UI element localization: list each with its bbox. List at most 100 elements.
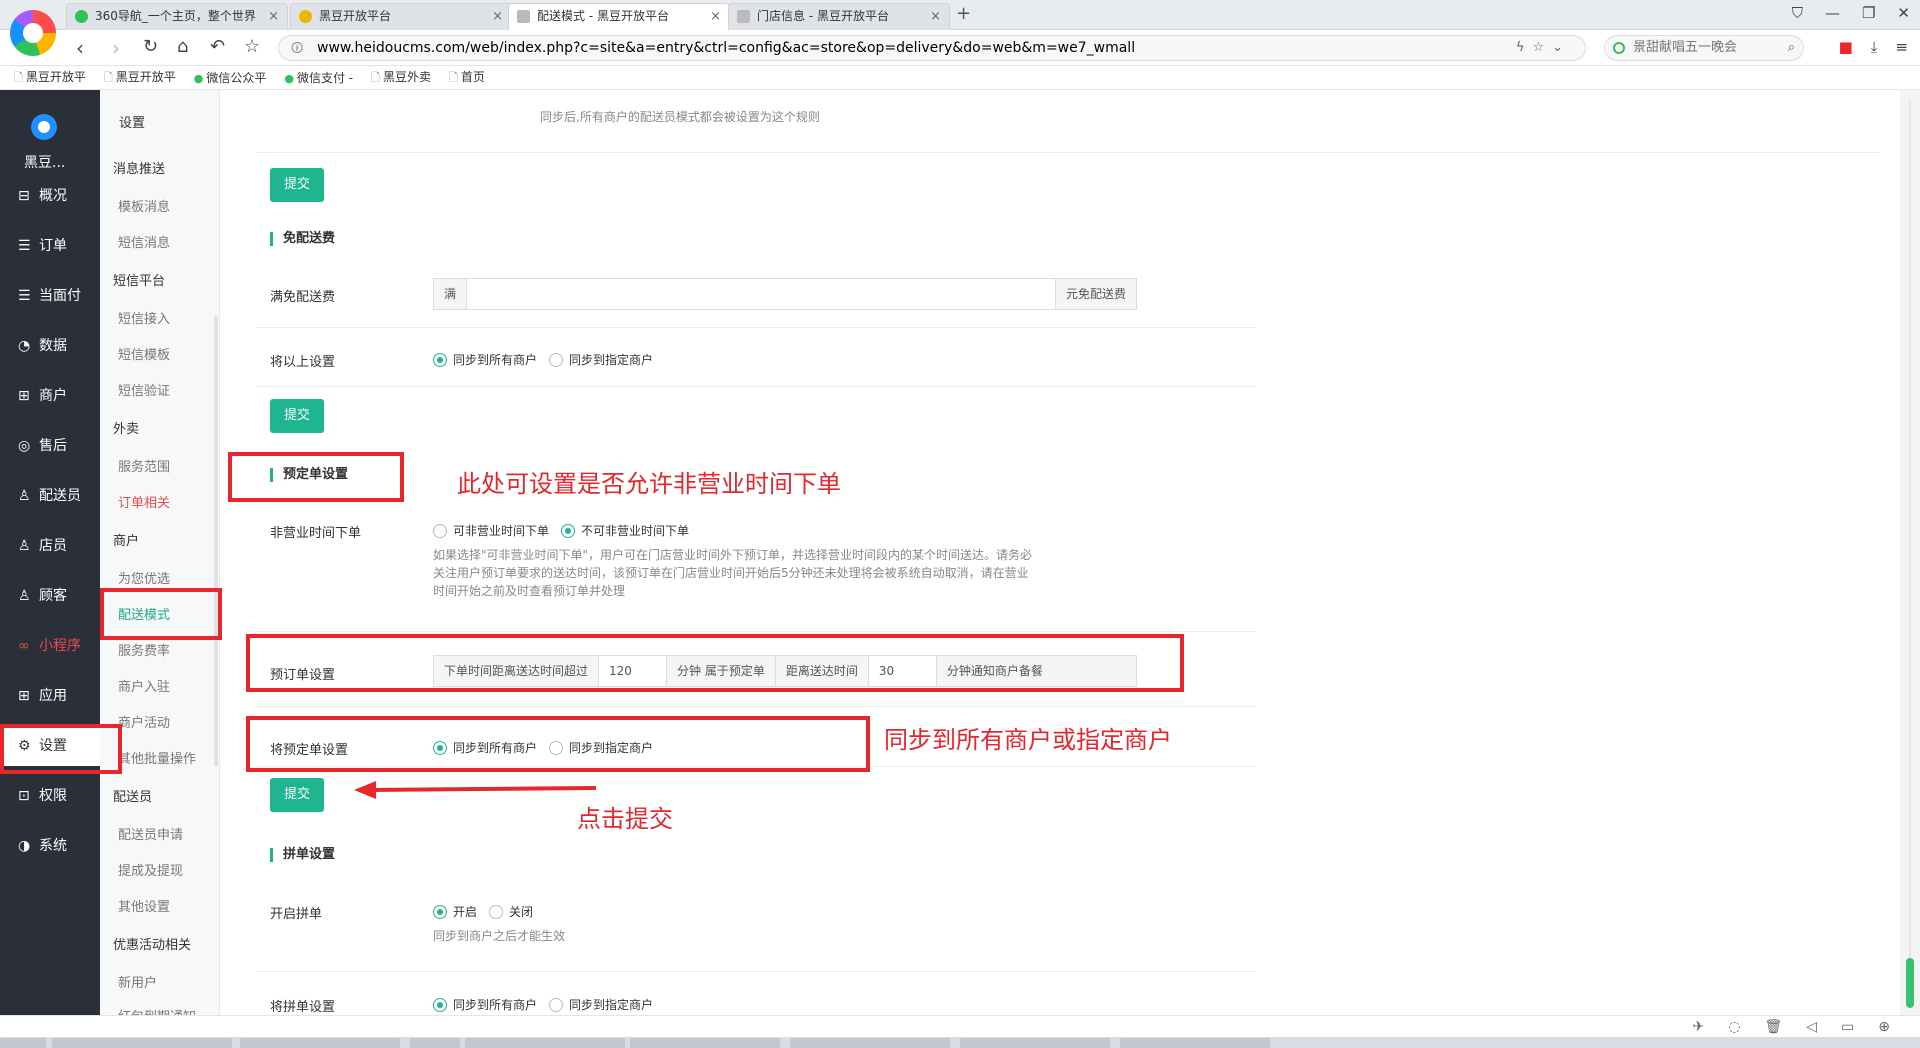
bookmark-item[interactable]: 黑豆开放平 xyxy=(104,68,176,88)
bookmark-item[interactable]: 微信公众平 xyxy=(194,69,266,86)
subnav-item[interactable]: 配送员申请 xyxy=(118,824,183,843)
taskbar-item[interactable] xyxy=(465,1038,625,1048)
subnav-item[interactable]: 短信接入 xyxy=(118,308,170,327)
radio-sync-specific[interactable] xyxy=(549,997,564,1012)
close-icon[interactable]: × xyxy=(492,4,503,29)
menu-icon[interactable]: ≡ xyxy=(1895,38,1908,56)
subnav-item[interactable]: 提成及提现 xyxy=(118,860,183,879)
apps-icon[interactable]: ■ xyxy=(1839,38,1853,56)
bookmark-item[interactable]: 黑豆开放平 xyxy=(14,68,86,88)
scroll-thumb[interactable] xyxy=(1906,958,1914,1008)
taskbar-item[interactable] xyxy=(240,1038,400,1048)
shirt-icon[interactable]: ⛉ xyxy=(1792,4,1803,22)
undo-icon[interactable]: ↶ xyxy=(210,36,225,57)
sidebar-item-courier[interactable]: ♙ 配送员 xyxy=(0,476,100,516)
close-icon[interactable]: × xyxy=(930,4,941,29)
sidebar-item-label: 订单 xyxy=(39,238,67,254)
browser-tab-4[interactable]: 门店信息 - 黑豆开放平台 × xyxy=(728,3,950,30)
speed-icon[interactable]: ◌ xyxy=(1728,1019,1740,1035)
reload-icon[interactable]: ↻ xyxy=(143,36,158,57)
taskbar-item[interactable] xyxy=(52,1038,232,1048)
subnav-scrollbar[interactable] xyxy=(214,316,218,766)
close-icon[interactable]: × xyxy=(710,4,721,29)
sidebar-item-overview[interactable]: ⊟ 概况 xyxy=(0,176,100,216)
sidebar-item-clerk[interactable]: ♙ 店员 xyxy=(0,526,100,566)
subnav-item[interactable]: 商户活动 xyxy=(118,712,170,731)
section-title-pindan: 拼单设置 xyxy=(270,848,335,862)
taskbar-item[interactable] xyxy=(410,1038,460,1048)
browser-tab-3[interactable]: 配送模式 - 黑豆开放平台 × xyxy=(508,3,730,30)
subnav-item[interactable]: 为您优选 xyxy=(118,568,170,587)
page-scrollbar[interactable] xyxy=(1900,90,1920,1015)
taskbar-item[interactable] xyxy=(790,1038,950,1048)
star-icon[interactable]: ☆ xyxy=(244,36,260,57)
sidebar-item-label: 商户 xyxy=(39,388,67,404)
subnav-item[interactable]: 短信验证 xyxy=(118,380,170,399)
sidebar-item-store[interactable]: ⊞ 商户 xyxy=(0,376,100,416)
subnav-item[interactable]: 短信模板 xyxy=(118,344,170,363)
zoom-icon[interactable]: ⊕ xyxy=(1878,1019,1890,1035)
subnav-item[interactable]: 红包到期通知 xyxy=(118,1006,196,1015)
start-button[interactable] xyxy=(0,1038,46,1048)
sidebar-item-pay[interactable]: ☰ 当面付 xyxy=(0,276,100,316)
restore-icon[interactable]: ❐ xyxy=(1862,4,1875,22)
url-input[interactable]: 🛈 www.heidoucms.com/web/index.php?c=site… xyxy=(278,35,1586,61)
sidebar-item-system[interactable]: ◑ 系统 xyxy=(0,826,100,866)
sidebar-item-miniapp[interactable]: ∞ 小程序 xyxy=(0,626,100,666)
subnav-item[interactable]: 模板消息 xyxy=(118,196,170,215)
close-window-icon[interactable]: ✕ xyxy=(1897,4,1910,22)
free-delivery-amount-input[interactable] xyxy=(467,279,1055,309)
download-icon[interactable]: ⤓ xyxy=(1871,38,1878,56)
subnav-item[interactable]: 其他批量操作 xyxy=(118,748,196,767)
search-input[interactable]: 景甜献唱五一晚会 ⌕ xyxy=(1604,35,1804,61)
radio-pindan-on[interactable] xyxy=(433,904,447,919)
favorite-icon[interactable]: ☆ xyxy=(1532,40,1552,55)
browser-tab-2[interactable]: 黑豆开放平台 × xyxy=(290,3,512,30)
free-delivery-input-group: 满 元免配送费 xyxy=(433,278,1137,310)
sidebar-item-order[interactable]: ☰ 订单 xyxy=(0,226,100,266)
browser-tab-1[interactable]: 360导航_一个主页，整个世界 × xyxy=(66,3,288,30)
sidebar-item-app[interactable]: ⊞ 应用 xyxy=(0,676,100,716)
taskbar-item[interactable] xyxy=(630,1038,780,1048)
lightning-icon[interactable]: ϟ xyxy=(1516,40,1533,55)
radio-sync-specific[interactable] xyxy=(549,352,564,367)
subnav-item[interactable]: 服务费率 xyxy=(118,640,170,659)
taskbar-item[interactable] xyxy=(960,1038,1110,1048)
new-tab-button[interactable]: + xyxy=(956,3,971,24)
sound-icon[interactable]: ◁ xyxy=(1806,1019,1817,1035)
subnav-item[interactable]: 订单相关 xyxy=(118,492,170,511)
home-icon[interactable]: ⌂ xyxy=(177,36,188,57)
sidebar-item-aftersale[interactable]: ◎ 售后 xyxy=(0,426,100,466)
bookmark-item[interactable]: 首页 xyxy=(449,68,485,88)
radio-disallow-offhours[interactable] xyxy=(561,523,576,538)
back-icon[interactable]: ‹ xyxy=(76,36,84,60)
taskbar-item[interactable] xyxy=(1120,1038,1270,1048)
radio-sync-all[interactable] xyxy=(433,997,447,1012)
bookmark-item[interactable]: 微信支付 - xyxy=(284,69,353,86)
tab-title: 360导航_一个主页，整个世界 xyxy=(95,9,256,23)
subnav-item[interactable]: 新用户 xyxy=(118,972,157,991)
minimize-icon[interactable]: — xyxy=(1825,4,1840,22)
subnav-item[interactable]: 短信消息 xyxy=(118,232,170,251)
search-icon[interactable]: ⌕ xyxy=(1788,36,1795,60)
forward-icon[interactable]: › xyxy=(112,36,120,60)
radio-pindan-off[interactable] xyxy=(489,904,504,919)
subnav-item[interactable]: 服务范围 xyxy=(118,456,170,475)
sidebar-item-data[interactable]: ◔ 数据 xyxy=(0,326,100,366)
window-icon[interactable]: ▭ xyxy=(1841,1019,1854,1035)
accelerate-icon[interactable]: ✈ xyxy=(1693,1019,1705,1035)
dropdown-icon[interactable]: ⌄ xyxy=(1552,40,1571,55)
radio-sync-all[interactable] xyxy=(433,352,447,367)
trash-icon[interactable]: 🗑 xyxy=(1764,1019,1782,1035)
submit-button-3[interactable]: 提交 xyxy=(270,778,324,812)
radio-allow-offhours[interactable] xyxy=(433,523,447,538)
close-icon[interactable]: × xyxy=(268,4,279,29)
subnav-item[interactable]: 商户入驻 xyxy=(118,676,170,695)
submit-button-2[interactable]: 提交 xyxy=(270,399,324,433)
sidebar-item-customer[interactable]: ♙ 顾客 xyxy=(0,576,100,616)
browser-logo-icon[interactable] xyxy=(10,10,56,56)
submit-button-1[interactable]: 提交 xyxy=(270,168,324,202)
subnav-item[interactable]: 其他设置 xyxy=(118,896,170,915)
sidebar-item-permission[interactable]: ⊡ 权限 xyxy=(0,776,100,816)
bookmark-item[interactable]: 黑豆外卖 xyxy=(371,68,431,88)
